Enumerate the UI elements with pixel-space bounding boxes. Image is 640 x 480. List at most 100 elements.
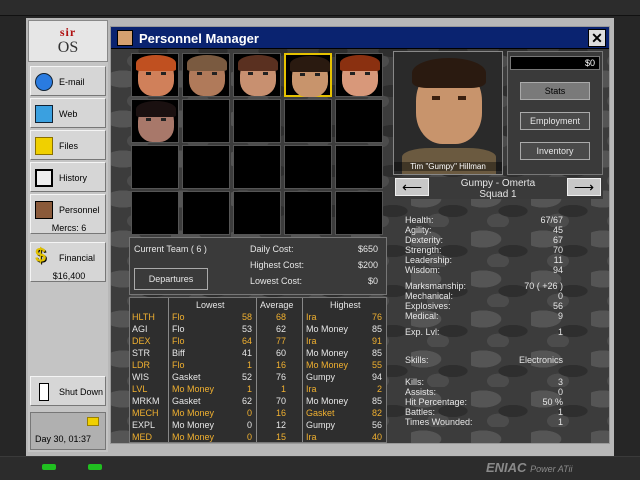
lowest-value: 53 [241, 324, 252, 334]
merc-money: $0 [510, 56, 600, 70]
col-average: Average [260, 300, 294, 310]
empty-slot [284, 191, 332, 235]
power-led-icon [42, 464, 56, 470]
merc-slot[interactable] [233, 53, 281, 97]
merc-slot[interactable] [131, 53, 179, 97]
stat-row: STR Biff 41 60 Mo Money 85 [130, 348, 386, 359]
average-value: 16 [275, 360, 286, 370]
lowest-cost: $0 [367, 276, 378, 286]
lowest-value: 64 [241, 336, 252, 346]
merc-eyes [300, 73, 320, 76]
highest-value: 91 [371, 336, 382, 346]
lowest-value: 0 [246, 408, 252, 418]
highest-name: Mo Money [306, 348, 349, 358]
attribute-row: Leadership: 11 [403, 255, 593, 265]
stat: WIS [132, 372, 149, 382]
sidebar-item-financial[interactable]: $ Financial $16,400 [30, 242, 106, 282]
record-row-label: Times Wounded: [405, 417, 473, 427]
record-row-value: 3 [557, 377, 563, 387]
team-stats-table: Lowest Average Highest HLTH Flo 58 68 Ira 76 A… [129, 297, 387, 443]
highest-value: 56 [371, 420, 382, 430]
brand-logo: ENIAC Power ATii [486, 460, 573, 475]
highest-cost-label: Highest Cost: [250, 260, 305, 270]
stat: STR [132, 348, 150, 358]
attribute-row-label: Leadership: [405, 255, 453, 265]
record-row-label: Kills: [405, 377, 425, 387]
empty-slot [335, 99, 383, 143]
empty-slot [131, 145, 179, 189]
sidebar-item-shutdown[interactable]: Shut Down [30, 376, 106, 406]
average-value: 62 [275, 324, 286, 334]
average-value: 76 [275, 372, 286, 382]
average-value: 16 [275, 408, 286, 418]
merc-slot-selected[interactable] [284, 53, 332, 97]
monitor-top [0, 0, 640, 16]
sidebar-item-label: Web [59, 109, 78, 119]
stat-row: DEX Flo 64 77 Ira 91 [130, 336, 386, 347]
sidebar-item-files[interactable]: Files [30, 130, 106, 160]
highest-name: Ira [306, 432, 317, 442]
stat: AGI [132, 324, 148, 334]
record-row-value: 0 [557, 387, 563, 397]
record-row: Kills: 3 [403, 377, 593, 387]
lowest-name: Gasket [172, 372, 201, 382]
sidebar-item-personnel[interactable]: Personnel Mercs: 6 [30, 194, 106, 234]
departures-button[interactable]: Departures [134, 268, 208, 290]
exp-level: Exp. Lvl: 1 [403, 327, 593, 337]
window-title: Personnel Manager [139, 31, 259, 46]
record-row: Times Wounded: 1 [403, 417, 593, 427]
lowest-name: Flo [172, 312, 185, 322]
employment-button[interactable]: Employment [520, 112, 590, 130]
lowest-name: Flo [172, 324, 185, 334]
lowest-name: Mo Money [172, 384, 215, 394]
close-button[interactable]: ✕ [588, 29, 606, 47]
merc-eyes [350, 72, 370, 75]
lowest-name: Flo [172, 336, 185, 346]
sidebar-item-history[interactable]: History [30, 162, 106, 192]
stat-row: MRKM Gasket 62 70 Mo Money 85 [130, 396, 386, 407]
lowest-value: 1 [246, 360, 252, 370]
portrait-hair [412, 58, 486, 88]
skills: Skills: Electronics [403, 355, 593, 365]
attribute-row-label: Health: [405, 215, 434, 225]
daily-cost-label: Daily Cost: [250, 244, 294, 254]
merc-slot[interactable] [131, 99, 179, 143]
empty-slot [182, 99, 230, 143]
folder-icon[interactable] [87, 417, 99, 426]
team-summary: Current Team ( 6 ) Daily Cost: $650 High… [129, 237, 387, 295]
lowest-value: 1 [246, 384, 252, 394]
prev-merc-button[interactable]: ⟵ [395, 178, 429, 196]
highest-value: 85 [371, 396, 382, 406]
lowest-name: Flo [172, 360, 185, 370]
empty-slot [182, 145, 230, 189]
merc-eyes [197, 72, 217, 75]
email-icon [35, 73, 53, 91]
inventory-button[interactable]: Inventory [520, 142, 590, 160]
highest-name: Mo Money [306, 396, 349, 406]
highest-name: Mo Money [306, 324, 349, 334]
dollar-icon: $ [35, 245, 47, 267]
empty-slot [233, 145, 281, 189]
attribute-row-value: 67/67 [540, 215, 563, 225]
merc-slot[interactable] [182, 53, 230, 97]
next-merc-button[interactable]: ⟶ [567, 178, 601, 196]
merc-slot[interactable] [335, 53, 383, 97]
average-value: 70 [275, 396, 286, 406]
stat-row: LDR Flo 1 16 Mo Money 55 [130, 360, 386, 371]
lowest-value: 52 [241, 372, 252, 382]
stat-row: WIS Gasket 52 76 Gumpy 94 [130, 372, 386, 383]
average-value: 1 [280, 384, 286, 394]
stats-button[interactable]: Stats [520, 82, 590, 100]
attribute-row: Agility: 45 [403, 225, 593, 235]
record-row-label: Assists: [405, 387, 437, 397]
merc-full-name: Tim "Gumpy" Hillman [394, 162, 502, 171]
stat: LVL [132, 384, 148, 394]
sidebar-item-email[interactable]: E-mail [30, 66, 106, 96]
sidebar-item-label: Personnel [59, 205, 100, 215]
highest-value: 82 [371, 408, 382, 418]
merc-eyes [146, 72, 166, 75]
sidebar-item-web[interactable]: Web [30, 98, 106, 128]
stat: MECH [132, 408, 159, 418]
stat: MED [132, 432, 152, 442]
attribute-row-value: 70 [552, 245, 563, 255]
